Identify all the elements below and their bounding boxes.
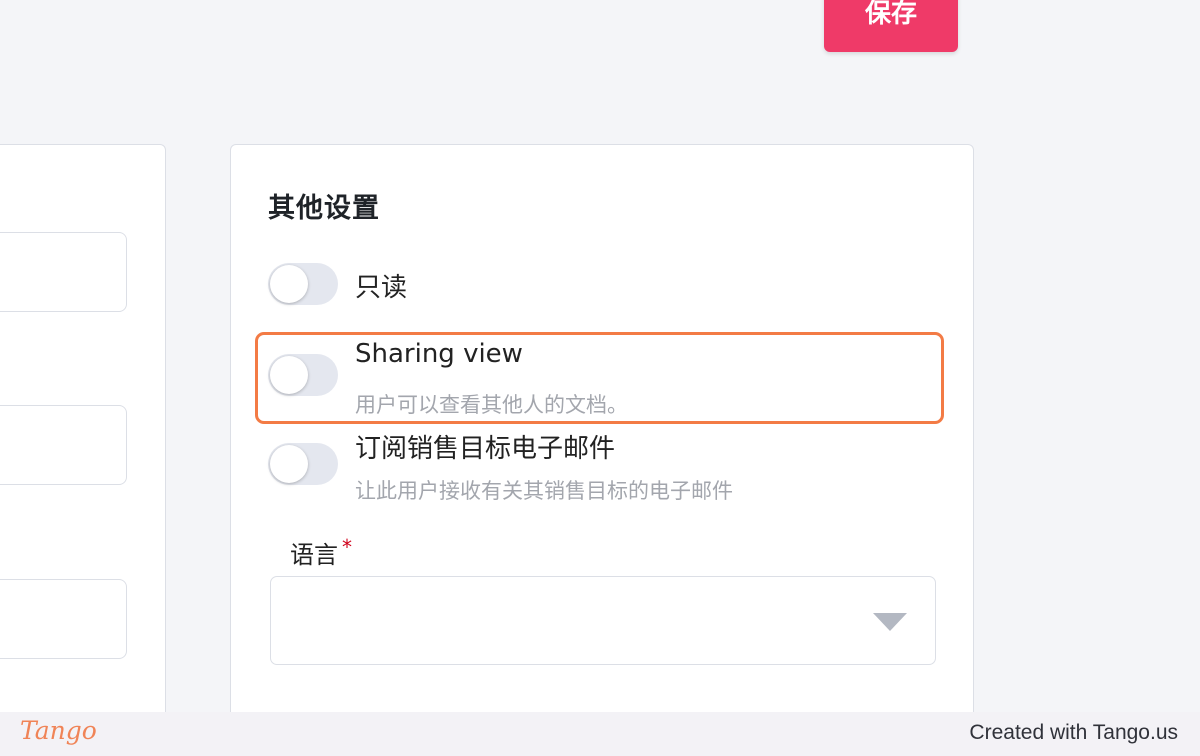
save-button[interactable]: 保存 [824,0,958,52]
sales-target-email-label: 订阅销售目标电子邮件 [355,434,616,464]
required-asterisk: * [342,535,352,559]
language-label-text: 语言 [290,541,338,569]
read-only-label: 只读 [355,273,408,303]
footer-credit: Created with Tango.us [969,721,1178,744]
language-select[interactable] [270,576,936,665]
left-input-field[interactable] [0,579,127,659]
left-input-field[interactable] [0,232,127,312]
toggle-knob [270,445,308,483]
left-input-field[interactable] [0,405,127,485]
highlight-box [255,332,944,424]
caret-down-icon [873,613,907,631]
footer-bar: Tango Created with Tango.us [0,712,1200,756]
sales-target-email-description: 让此用户接收有关其销售目标的电子邮件 [355,479,733,503]
sales-target-email-toggle[interactable] [268,443,338,485]
language-label: 语言 * [290,535,352,570]
section-title: 其他设置 [268,193,380,224]
read-only-toggle[interactable] [268,263,338,305]
screen: 保存 其他设置 只读 Sharing view 用户可以查看其他人的文档。 订阅… [0,0,1200,712]
tango-logo: Tango [20,716,97,745]
toggle-knob [270,265,308,303]
